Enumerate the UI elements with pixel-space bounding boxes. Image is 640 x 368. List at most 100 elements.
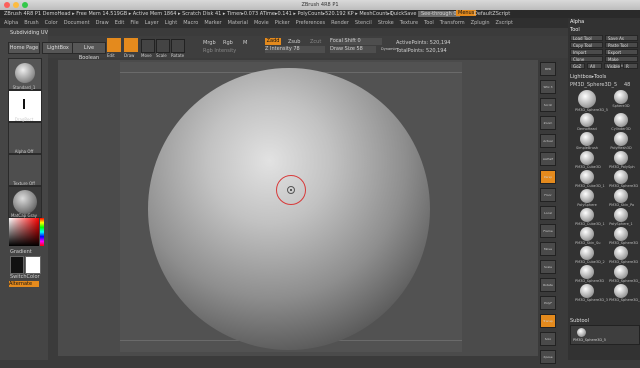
- tool-action-button[interactable]: Visible: [603, 63, 622, 69]
- right-shelf-button[interactable]: Scroll: [540, 98, 556, 112]
- right-shelf-button[interactable]: Floor: [540, 188, 556, 202]
- menu-item[interactable]: Stroke: [378, 20, 394, 26]
- tool-thumbnail[interactable]: Cylinder3D: [604, 113, 638, 131]
- tool-action-button[interactable]: Paste Tool: [605, 42, 638, 48]
- lightbox-tools-label[interactable]: Lightbox▸Tools: [570, 74, 606, 80]
- menu-item[interactable]: Material: [228, 20, 248, 26]
- tool-action-button[interactable]: Clone: [570, 56, 603, 62]
- menu-item[interactable]: Alpha: [4, 20, 18, 26]
- tool-thumbnail[interactable]: PolyMesh3D: [604, 132, 638, 150]
- tool-thumbnail[interactable]: PolySphere_1: [604, 208, 638, 226]
- right-shelf-button[interactable]: Frame: [540, 224, 556, 238]
- move-mode-button[interactable]: [141, 39, 155, 53]
- tool-thumbnail[interactable]: PM3D_Sphere3D: [604, 227, 638, 245]
- alternate-button[interactable]: Alternate: [9, 281, 39, 287]
- tool-action-button[interactable]: Export: [605, 49, 638, 55]
- menu-item[interactable]: Picker: [275, 20, 290, 26]
- tool-action-button[interactable]: Load Tool: [570, 35, 603, 41]
- menu-item[interactable]: Preferences: [296, 20, 325, 26]
- menu-item[interactable]: Texture: [400, 20, 418, 26]
- z-intensity-slider[interactable]: Z Intensity 78: [265, 46, 325, 53]
- seethrough-slider[interactable]: See-through 0: [418, 11, 460, 17]
- right-shelf-button[interactable]: Scale: [540, 260, 556, 274]
- tool-thumbnail[interactable]: PM3D_Sphere3D_2: [604, 265, 640, 283]
- lightbox-button[interactable]: LightBox: [42, 42, 74, 54]
- tool-action-button[interactable]: Save As: [605, 35, 638, 41]
- right-shelf-button[interactable]: Rotate: [540, 278, 556, 292]
- tool-action-button[interactable]: R: [623, 63, 638, 69]
- subtool-item[interactable]: PM3D_Sphere3D_5: [570, 325, 640, 345]
- menu-item[interactable]: File: [130, 20, 138, 26]
- live-boolean-button[interactable]: Live Boolean: [72, 42, 106, 61]
- right-shelf-button[interactable]: Solo: [540, 332, 556, 346]
- dynamic-button[interactable]: Dynamic: [381, 47, 396, 51]
- focal-shift-slider[interactable]: Focal Shift 0: [330, 38, 382, 45]
- tool-thumbnail[interactable]: PM3D_Sphere3D_4: [604, 284, 640, 302]
- menu-item[interactable]: Zplugin: [471, 20, 490, 26]
- tool-thumbnail[interactable]: DemoHead: [570, 113, 604, 131]
- scale-mode-button[interactable]: [156, 39, 170, 53]
- right-shelf-button[interactable]: Local: [540, 206, 556, 220]
- tool-action-button[interactable]: Import: [570, 49, 603, 55]
- right-shelf-button[interactable]: BPR: [540, 62, 556, 76]
- menu-item[interactable]: Color: [45, 20, 58, 26]
- tool-palette-header[interactable]: Tool: [570, 27, 580, 33]
- right-shelf-button[interactable]: Move: [540, 242, 556, 256]
- default-zscript-button[interactable]: DefaultZScript: [474, 11, 510, 17]
- subtool-header[interactable]: Subtool: [570, 318, 589, 324]
- primary-color-swatch[interactable]: [25, 256, 41, 274]
- draw-size-slider[interactable]: Draw Size 58: [330, 46, 376, 53]
- tool-thumbnail[interactable]: PM3D_Sphere3D_5: [570, 90, 608, 112]
- tool-action-button[interactable]: GoZ: [570, 63, 585, 69]
- tool-thumbnail[interactable]: PolySphere: [570, 189, 604, 207]
- menu-item[interactable]: Document: [64, 20, 90, 26]
- zcut-button[interactable]: Zcut: [310, 39, 321, 45]
- tool-thumbnail[interactable]: PM3D_Skin_Su: [570, 227, 604, 245]
- rotate-mode-button[interactable]: [171, 39, 185, 53]
- mrgb-button[interactable]: Mrgb: [203, 40, 216, 46]
- tool-action-button[interactable]: All: [586, 63, 602, 69]
- right-shelf-button[interactable]: AAHalf: [540, 152, 556, 166]
- right-shelf-button[interactable]: Zoom: [540, 116, 556, 130]
- menu-item[interactable]: Render: [331, 20, 349, 26]
- menu-item[interactable]: Draw: [96, 20, 109, 26]
- menu-item[interactable]: Tool: [424, 20, 434, 26]
- zadd-button[interactable]: Zadd: [265, 38, 281, 45]
- quicksave-button[interactable]: QuickSave: [390, 11, 416, 17]
- menu-item[interactable]: Stencil: [355, 20, 372, 26]
- alpha-palette-header[interactable]: Alpha: [570, 19, 584, 25]
- tool-thumbnail[interactable]: PM3D_Cube3D_1: [570, 170, 605, 188]
- hue-slider[interactable]: [40, 218, 44, 246]
- menu-item[interactable]: Zscript: [496, 20, 513, 26]
- tool-thumbnail[interactable]: PM3D_Cube3D: [570, 151, 604, 169]
- tool-thumbnail[interactable]: PM3D_Sphere3D_3: [570, 284, 608, 302]
- color-picker[interactable]: [9, 218, 39, 246]
- home-page-button[interactable]: Home Page: [8, 42, 40, 54]
- menu-item[interactable]: Edit: [115, 20, 125, 26]
- zsub-button[interactable]: Zsub: [288, 39, 300, 45]
- right-shelf-button[interactable]: PolyF: [540, 296, 556, 310]
- menu-item[interactable]: Macro: [183, 20, 198, 26]
- tool-thumbnail[interactable]: SimpleBrush: [570, 132, 604, 150]
- right-shelf-button[interactable]: Persp: [540, 170, 556, 184]
- tool-thumbnail[interactable]: PM3D_Sphere3D: [604, 246, 638, 264]
- tool-action-button[interactable]: Make PolyMesh3D: [605, 56, 638, 68]
- right-shelf-button[interactable]: Xpose: [540, 350, 556, 364]
- right-shelf-button[interactable]: Transp: [540, 314, 556, 328]
- menu-item[interactable]: Transform: [440, 20, 465, 26]
- tool-thumbnail[interactable]: PM3D_Cube3D_1: [570, 208, 605, 226]
- right-shelf-button[interactable]: Actual: [540, 134, 556, 148]
- menu-item[interactable]: Layer: [145, 20, 159, 26]
- menu-item[interactable]: Light: [165, 20, 177, 26]
- switchcolor-label[interactable]: SwitchColor: [10, 274, 40, 280]
- m-button[interactable]: M: [243, 40, 247, 46]
- right-shelf-button[interactable]: SPix 3: [540, 80, 556, 94]
- tool-action-button[interactable]: Copy Tool: [570, 42, 603, 48]
- menu-item[interactable]: Marker: [204, 20, 221, 26]
- sphere-model[interactable]: [148, 68, 430, 350]
- secondary-color-swatch[interactable]: [10, 256, 24, 274]
- tool-thumbnail[interactable]: PM3D_PolySph: [604, 151, 638, 169]
- draw-mode-button[interactable]: [124, 38, 138, 52]
- edit-mode-button[interactable]: [107, 38, 121, 52]
- menu-item[interactable]: Movie: [254, 20, 269, 26]
